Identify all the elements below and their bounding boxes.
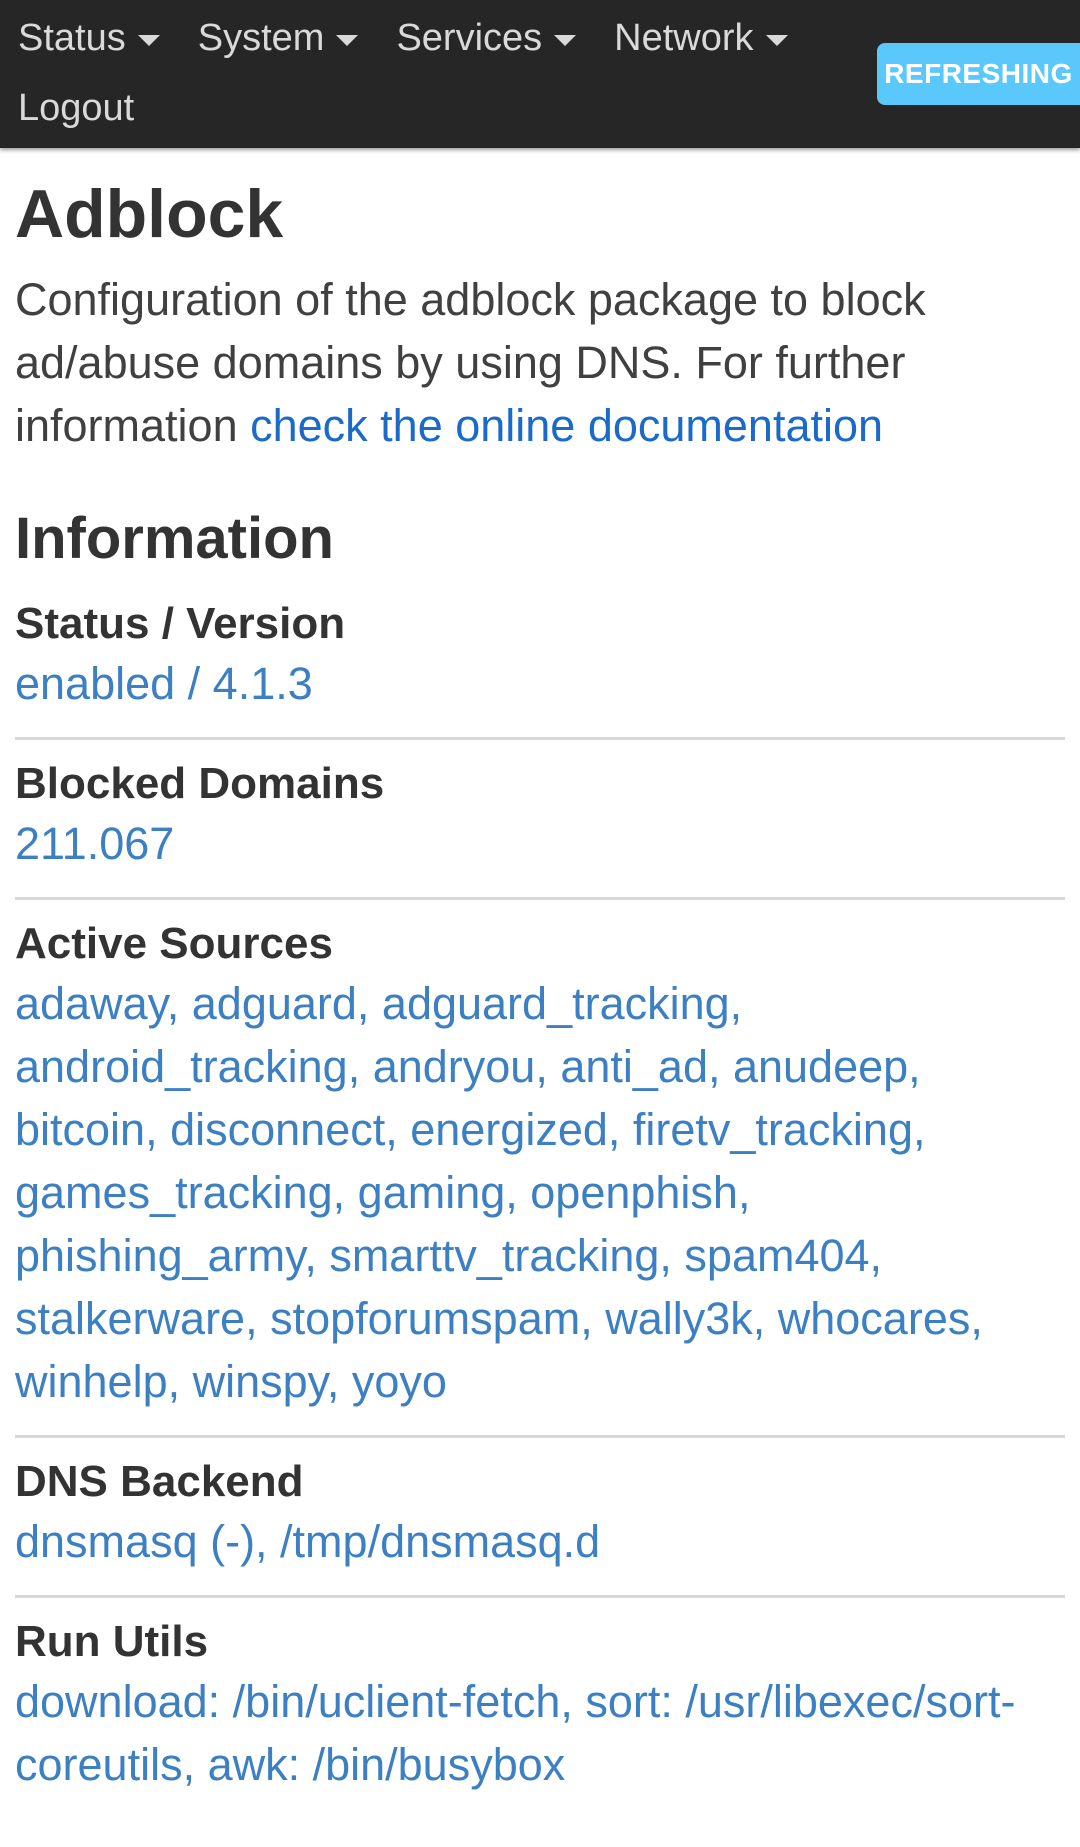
information-table: Status / Version enabled / 4.1.3 Blocked…	[15, 596, 1065, 1818]
info-value: enabled / 4.1.3	[15, 658, 313, 709]
info-value: download: /bin/uclient-fetch, sort: /usr…	[15, 1676, 1016, 1790]
caret-down-icon	[554, 34, 577, 46]
info-row-blocked-domains: Blocked Domains 211.067	[15, 756, 1065, 900]
caret-down-icon	[137, 34, 160, 46]
menu-system[interactable]: System	[198, 17, 359, 60]
nav-logout-row: Logout	[18, 82, 172, 134]
info-label: Active Sources	[15, 919, 333, 968]
info-label: DNS Backend	[15, 1457, 304, 1506]
info-row-run-utils: Run Utils download: /bin/uclient-fetch, …	[15, 1614, 1065, 1818]
menu-services[interactable]: Services	[396, 16, 577, 60]
menu-system-label: System	[197, 16, 325, 59]
caret-down-icon	[765, 34, 788, 46]
info-row-status-version: Status / Version enabled / 4.1.3	[15, 596, 1065, 740]
documentation-link[interactable]: check the online documentation	[250, 400, 883, 451]
menu-status[interactable]: Status	[18, 17, 160, 60]
info-value: 211.067	[15, 818, 175, 869]
info-value: dnsmasq (-), /tmp/dnsmasq.d	[15, 1516, 601, 1567]
information-section-title: Information	[15, 506, 334, 571]
info-row-dns-backend: DNS Backend dnsmasq (-), /tmp/dnsmasq.d	[15, 1454, 1065, 1598]
main-content: Adblock Configuration of the adblock pac…	[15, 170, 1065, 1834]
refreshing-indicator[interactable]: REFRESHING	[877, 43, 1080, 105]
page-description: Configuration of the adblock package to …	[15, 268, 1055, 457]
logout-link[interactable]: Logout	[18, 87, 134, 130]
top-navbar: Status System Services Network Logout RE…	[0, 0, 1080, 148]
info-label: Run Utils	[15, 1617, 209, 1666]
menu-network-label: Network	[614, 16, 754, 59]
page-title: Adblock	[15, 176, 284, 252]
info-label: Blocked Domains	[15, 759, 385, 808]
menu-network[interactable]: Network	[614, 16, 788, 60]
info-row-active-sources: Active Sources adaway, adguard, adguard_…	[15, 916, 1065, 1438]
menu-services-label: Services	[396, 16, 543, 59]
nav-menu-row: Status System Services Network	[18, 12, 826, 64]
menu-status-label: Status	[18, 16, 126, 59]
caret-down-icon	[336, 34, 359, 46]
info-value: adaway, adguard, adguard_tracking, andro…	[15, 978, 983, 1407]
info-label: Status / Version	[15, 599, 346, 648]
